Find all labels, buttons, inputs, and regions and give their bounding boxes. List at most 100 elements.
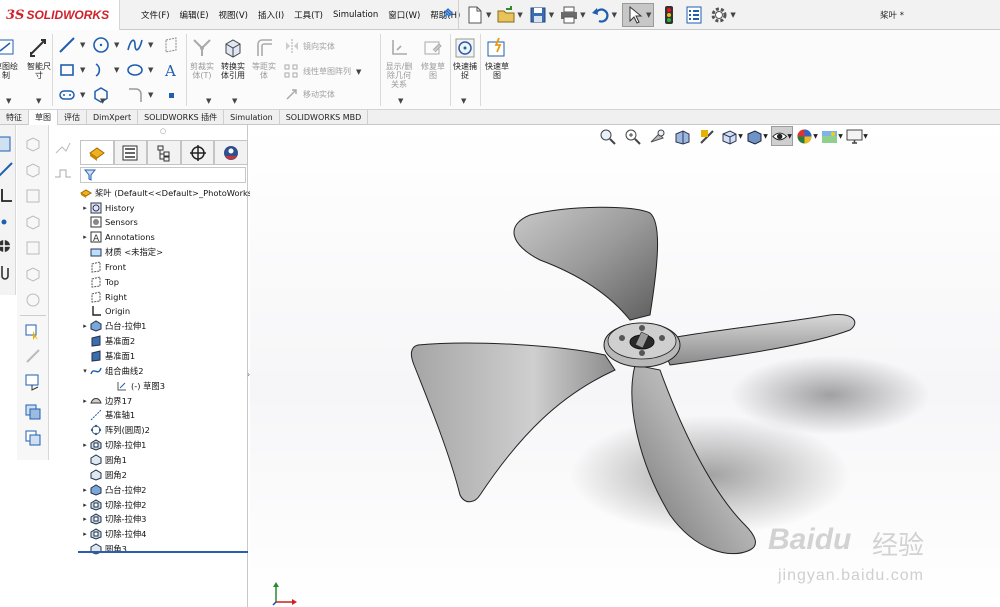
chevron-down-icon[interactable]: ▼ (6, 97, 11, 105)
options-button[interactable]: ▼ (709, 3, 736, 27)
expand-arrow-icon[interactable]: ▸ (80, 322, 90, 330)
zoom-to-fit-button[interactable] (596, 126, 618, 146)
tree-item[interactable]: 基准面2 (80, 334, 135, 349)
tab-evaluate[interactable]: 评估 (58, 110, 87, 125)
tree-item[interactable]: ▸ 切除-拉伸3 (80, 512, 146, 527)
hide-show-items-button[interactable]: ▼ (771, 126, 793, 146)
menu-file[interactable]: 文件(F) (136, 9, 175, 21)
collapse-arrow-icon[interactable]: ▾ (80, 367, 90, 375)
axis-icon[interactable] (0, 187, 14, 205)
tab-dimxpert-manager[interactable] (180, 140, 215, 165)
chevron-down-icon[interactable]: ▼ (398, 97, 403, 105)
menu-window[interactable]: 窗口(W) (383, 9, 425, 21)
dimension-icon[interactable] (54, 139, 72, 157)
tree-item[interactable]: 圆角3 (80, 542, 127, 557)
menu-edit[interactable]: 编辑(E) (175, 9, 214, 21)
cube-outline-icon[interactable] (24, 239, 42, 257)
line-icon[interactable] (0, 161, 14, 179)
text-icon[interactable]: A (162, 61, 180, 79)
mirror-entities-button[interactable]: 镜向实体 (284, 38, 335, 54)
tree-item[interactable]: ▾ 组合曲线2 (80, 363, 143, 378)
normal-to-icon[interactable] (0, 135, 14, 153)
tab-features[interactable]: 特征 (0, 110, 29, 125)
expand-arrow-icon[interactable]: ▸ (80, 397, 90, 405)
tree-item[interactable]: Right (80, 289, 127, 304)
open-button[interactable]: ▼ (496, 3, 523, 27)
chevron-down-icon[interactable]: ▼ (80, 66, 85, 74)
menu-insert[interactable]: 插入(I) (253, 9, 289, 21)
sphere-outline-icon[interactable] (24, 291, 42, 309)
chevron-down-icon[interactable]: ▼ (114, 41, 119, 49)
pulse-icon[interactable] (54, 165, 72, 183)
tree-root[interactable]: 桨叶 (Default<<Default>_PhotoWorks (80, 185, 252, 200)
chevron-down-icon[interactable]: ▼ (148, 41, 153, 49)
tab-simulation[interactable]: Simulation (224, 110, 280, 125)
menu-simulation[interactable]: Simulation (328, 10, 383, 20)
graphics-area[interactable]: ▼ ▼ ▼ ▼ ▼ ▼ Baidu 经验 jingyan.baidu.com (250, 125, 1000, 607)
propeller-model[interactable] (410, 205, 950, 565)
zoom-to-area-button[interactable] (621, 126, 643, 146)
repair-sketch-button[interactable]: 修复草 图 (418, 36, 448, 80)
point-icon[interactable] (162, 86, 180, 104)
tab-property-manager[interactable] (113, 140, 148, 165)
edit-appearance-button[interactable]: ▼ (796, 126, 818, 146)
dynamic-annotation-button[interactable] (696, 126, 718, 146)
move-entities-button[interactable]: 移动实体 (284, 86, 335, 102)
tree-item[interactable]: 基准面1 (80, 349, 135, 364)
new-document-button[interactable]: ▼ (465, 3, 491, 27)
plane-icon[interactable] (162, 36, 180, 54)
expand-arrow-icon[interactable]: ▸ (80, 501, 90, 509)
expand-arrow-icon[interactable]: ▸ (80, 441, 90, 449)
expand-arrow-icon[interactable]: ▸ (80, 204, 90, 212)
menu-tools[interactable]: 工具(T) (289, 9, 328, 21)
smart-dimension-button[interactable]: 智能尺 寸 (24, 36, 54, 80)
save-button[interactable]: ▼ (528, 3, 554, 27)
display-style-button[interactable]: ▼ (746, 126, 768, 146)
undo-button[interactable]: ▼ (591, 3, 617, 27)
sketch-cursor-icon[interactable] (24, 323, 42, 341)
chevron-down-icon[interactable]: ▼ (100, 97, 105, 105)
cube-outline-icon[interactable] (24, 265, 42, 283)
convert-entities-button[interactable]: 转换实 体引用 (218, 36, 248, 80)
previous-view-button[interactable] (646, 126, 668, 146)
view-settings-button[interactable]: ▼ (846, 126, 868, 146)
linear-pattern-button[interactable]: 线性草图阵列 (284, 63, 351, 79)
tree-item[interactable]: 圆角1 (80, 452, 127, 467)
tree-item[interactable]: 阵列(圆周)2 (80, 423, 150, 438)
tree-item[interactable]: Sensors (80, 215, 138, 230)
tree-item[interactable]: Top (80, 274, 119, 289)
chevron-down-icon[interactable]: ▼ (114, 66, 119, 74)
tree-item[interactable]: ▸ 凸台-拉伸1 (80, 319, 146, 334)
tree-item[interactable]: ▸ 边界17 (80, 393, 132, 408)
line-icon[interactable] (58, 36, 76, 54)
tab-display-manager[interactable] (214, 140, 248, 165)
tab-sketch[interactable]: 草图 (29, 110, 58, 125)
tree-item[interactable]: ▸ 切除-拉伸2 (80, 497, 146, 512)
display-relations-button[interactable]: 显示/删 除几何 关系 (382, 36, 416, 89)
panel-grip[interactable]: ○ (160, 127, 166, 135)
rapid-sketch-button[interactable]: 快速草 图 (482, 36, 512, 80)
chevron-down-icon[interactable]: ▼ (232, 97, 237, 105)
tree-rollback-bar[interactable] (78, 551, 248, 553)
chevron-down-icon[interactable]: ▼ (36, 97, 41, 105)
offset-entities-button[interactable]: 等距实 体 (250, 36, 278, 80)
slot-icon[interactable] (58, 86, 76, 104)
tree-item[interactable]: ▸ 凸台-拉伸2 (80, 482, 146, 497)
tree-filter-input[interactable] (80, 167, 246, 183)
rebuild-button[interactable] (659, 3, 679, 27)
section-view-button[interactable] (671, 126, 693, 146)
chevron-down-icon[interactable]: ▼ (80, 41, 85, 49)
chevron-down-icon[interactable]: ▼ (461, 97, 466, 105)
pin-icon[interactable] (440, 7, 454, 21)
tab-addins[interactable]: SOLIDWORKS 插件 (138, 110, 225, 125)
file-properties-button[interactable] (684, 3, 704, 27)
tree-item[interactable]: ▸ 切除-拉伸1 (80, 438, 146, 453)
layers-icon[interactable] (24, 429, 42, 447)
expand-arrow-icon[interactable]: ▸ (80, 515, 90, 523)
tab-configuration-manager[interactable] (147, 140, 181, 165)
tree-item[interactable]: ▸ History (80, 200, 135, 215)
copy-layers-icon[interactable] (24, 403, 42, 421)
menu-view[interactable]: 视图(V) (214, 9, 253, 21)
section-view-icon[interactable] (0, 237, 14, 255)
solidworks-logo[interactable]: 3S SOLIDWORKS (0, 0, 120, 30)
